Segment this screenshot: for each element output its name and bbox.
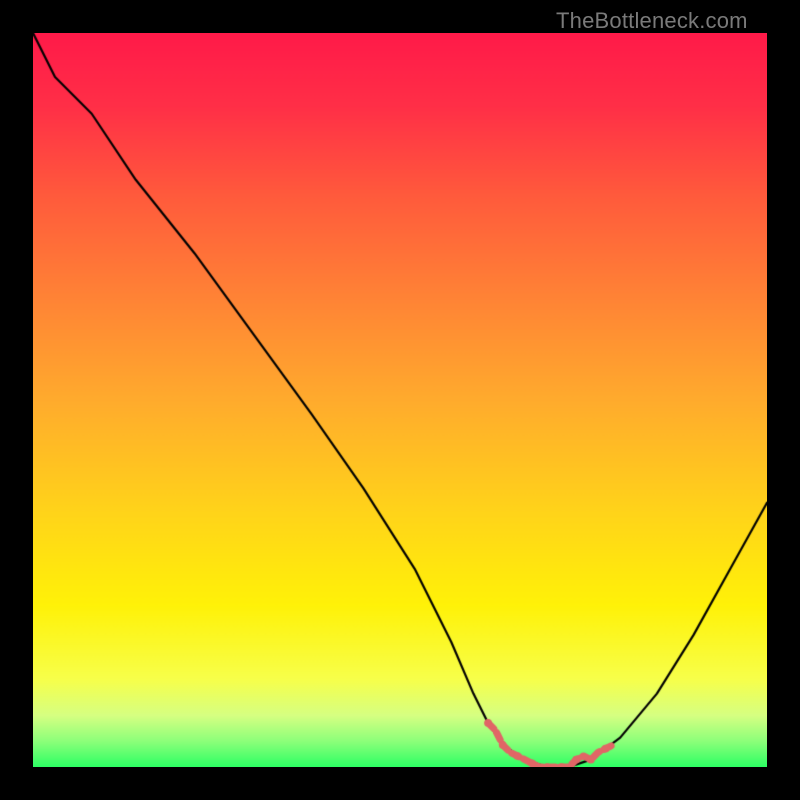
watermark-text: TheBottleneck.com — [556, 8, 748, 34]
bottleneck-curve — [33, 33, 767, 767]
plot-area — [33, 33, 767, 767]
chart-frame: TheBottleneck.com — [0, 0, 800, 800]
